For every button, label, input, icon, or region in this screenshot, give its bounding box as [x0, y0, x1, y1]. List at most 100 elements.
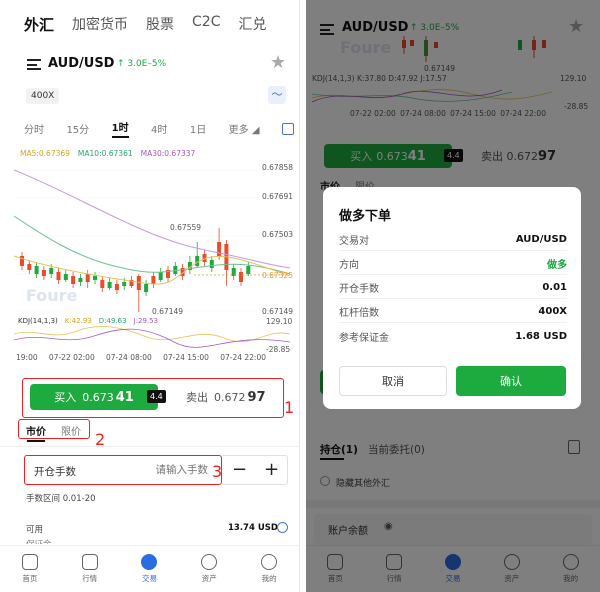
available-label: 可用 [26, 525, 44, 535]
tab-limit-order[interactable]: 限价 [61, 423, 81, 438]
menu-icon[interactable] [27, 59, 41, 70]
bottom-tab-bar: 首页 行情 交易 资产 我的 [0, 545, 299, 591]
tab-home[interactable]: 首页 [21, 553, 38, 584]
chart-settings-icon[interactable] [281, 122, 294, 135]
row-value: 做多 [547, 260, 567, 271]
kdj-k: K:42.93 [64, 317, 92, 325]
trade-icon [141, 553, 158, 570]
row-label: 方向 [339, 260, 359, 271]
tab-home-label: 首页 [22, 573, 38, 583]
tab-crypto[interactable]: 加密货币 [72, 14, 128, 42]
dialog-row-leverage: 杠杆倍数 400X [339, 301, 567, 323]
candle-body [85, 274, 90, 282]
tab-forex[interactable]: 外汇 [24, 14, 54, 42]
spread-badge: 4.4 [147, 390, 166, 403]
annotation-number-1: 1 [284, 398, 295, 417]
candle-body [49, 268, 54, 274]
cancel-button[interactable]: 取消 [339, 366, 447, 396]
candlestick-chart[interactable] [14, 156, 290, 371]
tab-markets[interactable]: 行情 [81, 553, 98, 584]
kdj-axis-bottom: -28.85 [266, 345, 291, 354]
timeframe-tab-active[interactable]: 1时 [111, 119, 129, 138]
low-price-label: 0.67149 [152, 307, 184, 316]
sell-price-digits: 97 [247, 390, 266, 405]
row-value: AUD/USD [515, 234, 567, 245]
kdj-legend: KDJ(14,1,3) K:42.93 D:49.63 J:29.53 [18, 317, 158, 325]
kdj-axis-top: 129.10 [266, 317, 293, 326]
kdj-title: KDJ(14,1,3) [18, 317, 58, 325]
kdj-d: D:49.63 [98, 317, 127, 325]
tab-stocks[interactable]: 股票 [146, 14, 174, 42]
price-axis-label: 0.67149 [262, 307, 294, 316]
dialog-row-lots: 开仓手数 0.01 [339, 277, 567, 299]
candle-body [151, 276, 156, 284]
market-category-tabs: 外汇 加密货币 股票 C2C 汇兑 [24, 14, 289, 42]
transfer-icon[interactable] [277, 522, 288, 533]
candle-body [122, 282, 127, 286]
candle-body [209, 260, 214, 268]
candle-body [56, 272, 61, 280]
confirm-button[interactable]: 确认 [456, 366, 566, 396]
dialog-title: 做多下单 [339, 209, 392, 224]
timeframe-more[interactable]: 更多 ◢ [229, 121, 260, 136]
row-value: 400X [538, 306, 567, 317]
active-tab-indicator [27, 440, 45, 442]
time-label: 07-24 08:00 [106, 353, 152, 362]
lots-label: 开仓手数 [34, 466, 76, 478]
row-label: 交易对 [339, 236, 369, 247]
buy-button[interactable]: 买入 0.67341 [30, 384, 158, 410]
favorite-star-icon[interactable]: ★ [270, 52, 286, 73]
dialog-row-margin: 参考保证金 1.68 USD [339, 325, 567, 347]
symbol-title[interactable]: AUD/USD [48, 56, 114, 71]
chart-icon [81, 553, 98, 570]
time-label: 07-24 22:00 [220, 353, 266, 362]
candle-body [100, 280, 105, 288]
row-value: 1.68 USD [515, 330, 567, 342]
buy-price-digits: 41 [115, 389, 134, 405]
tab-trade-label: 交易 [141, 573, 157, 583]
buy-label: 买入 [54, 391, 77, 404]
tab-market-order[interactable]: 市价 [26, 423, 46, 438]
sell-button[interactable]: 卖出 0.67297 [186, 389, 266, 405]
candle-body [144, 284, 149, 292]
time-label: 07-24 15:00 [163, 353, 209, 362]
price-change: ↑ 3.0E–5% [117, 59, 167, 69]
candle-body [239, 272, 243, 282]
tab-exchange[interactable]: 汇兑 [238, 14, 266, 42]
lots-range: 手数区间 0.01-20 [26, 494, 96, 504]
tab-markets-label: 行情 [82, 573, 98, 583]
leverage-badge[interactable]: 400X [26, 88, 60, 104]
candle-body [246, 266, 251, 274]
lots-input[interactable] [120, 460, 208, 480]
timeframe-more-label: 更多 [228, 125, 249, 136]
high-price-label: 0.67559 [170, 223, 202, 232]
row-label: 杠杆倍数 [339, 308, 379, 319]
trend-icon[interactable]: 〜 [268, 86, 286, 104]
tab-assets-label: 资产 [201, 573, 217, 583]
sell-label: 卖出 [186, 391, 208, 404]
watermark-logo: Foure [26, 286, 78, 305]
pie-icon [201, 553, 218, 570]
minus-button[interactable]: − [232, 459, 247, 480]
buy-price: 0.673 [82, 390, 114, 404]
row-label: 参考保证金 [339, 332, 389, 344]
timeframe-tab[interactable]: 15分 [66, 121, 89, 136]
trade-screen-right: AUD/USD ↑ 3.0E–5% ★ Foure 0.67149 KDJ(14… [306, 0, 600, 592]
timeframe-tab[interactable]: 1日 [190, 121, 206, 136]
row-value: 0.01 [542, 282, 567, 293]
candle-body [41, 270, 46, 276]
candle-body [158, 272, 163, 280]
tab-trade[interactable]: 交易 [141, 553, 158, 584]
timeframe-tab[interactable]: 4时 [151, 121, 167, 136]
timeframe-tab[interactable]: 分时 [24, 121, 44, 136]
tab-c2c[interactable]: C2C [192, 14, 220, 42]
current-price-label: 0.67325 [262, 271, 294, 280]
candle-body [114, 284, 119, 290]
candle-body [136, 276, 141, 290]
tab-assets[interactable]: 资产 [201, 553, 218, 584]
tab-profile[interactable]: 我的 [261, 553, 278, 584]
price-axis-label: 0.67503 [262, 230, 294, 239]
candle-body [107, 282, 112, 288]
plus-button[interactable]: + [264, 459, 279, 480]
candle-body [27, 264, 32, 270]
